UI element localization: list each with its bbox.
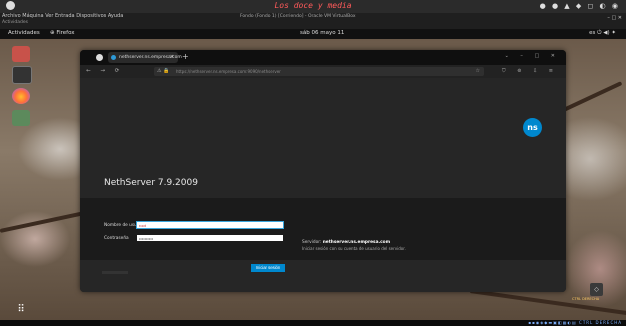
show-apps-icon[interactable]: ⠿: [14, 303, 28, 317]
system-tray[interactable]: ● ● ▲ ◆ ◻ ◐ ◉: [540, 2, 620, 10]
firefox-window: nethserver.ns.empresa.com × + ⌄ – □ ✕ ← …: [80, 50, 566, 292]
server-info: Servidor: nethserver.ns.empresa.com: [302, 240, 390, 245]
notification-icon[interactable]: ◇: [590, 283, 603, 296]
login-form: Nombre de usuario Contraseña Iniciar ses…: [80, 198, 566, 272]
server-prefix: Servidor:: [302, 240, 322, 245]
vm-window-title: Fondo (Fondo 1) [Corriendo] - Oracle VM …: [240, 14, 356, 19]
host-window-title: Los doce y media: [274, 1, 352, 10]
new-tab-button[interactable]: +: [182, 52, 189, 61]
vm-status-bar: ▪▪◉◈◆▬▣◧▦◐▤ CTRL DERECHA: [0, 320, 626, 326]
footer-divider: [102, 271, 128, 274]
favicon-icon: [111, 55, 116, 60]
product-title: NethServer 7.9.2009: [104, 178, 198, 188]
vm-menu-items[interactable]: Archivo Máquina Ver Entrada Dispositivos…: [2, 13, 123, 19]
files-icon[interactable]: [12, 46, 30, 62]
terminal-icon[interactable]: [12, 66, 32, 84]
firefox-icon[interactable]: [12, 88, 30, 104]
nav-bar: ← → ⟳ ⚠ 🔒 https://nethserver.ns.empresa.…: [80, 65, 566, 78]
nethserver-logo: ns: [523, 118, 542, 137]
username-input[interactable]: [137, 222, 283, 228]
tab-bar: nethserver.ns.empresa.com × + ⌄ – □ ✕: [80, 50, 566, 65]
nav-buttons[interactable]: ← → ⟳: [86, 68, 123, 74]
login-page: ns NethServer 7.9.2009 Nombre de usuario…: [80, 78, 566, 292]
toolbar-icons[interactable]: ⛉ ⊚ ⇩ ≡: [502, 68, 558, 74]
password-label: Contraseña: [104, 236, 129, 241]
gnome-top-bar: Actividades ⊕ Firefox sáb 06 mayo 11 es …: [0, 29, 626, 39]
server-note: Iniciar sesión con su cuenta de usuario …: [302, 246, 406, 251]
activities-button[interactable]: Actividades: [8, 30, 40, 36]
password-input[interactable]: [137, 235, 283, 241]
dock: ⠿: [8, 40, 36, 325]
host-top-bar: Los doce y media ● ● ▲ ◆ ◻ ◐ ◉: [0, 0, 626, 13]
system-menu[interactable]: es ⏻ ◀) ✦: [589, 30, 616, 37]
software-icon[interactable]: [12, 110, 30, 126]
vm-menu-bar: Archivo Máquina Ver Entrada Dispositivos…: [0, 13, 626, 29]
vm-window-controls[interactable]: – □ ✕: [607, 15, 622, 21]
server-name: nethserver.ns.empresa.com: [322, 240, 391, 245]
clock[interactable]: sáb 06 mayo 11: [300, 30, 344, 36]
security-icon[interactable]: ⚠ 🔒: [157, 68, 169, 74]
tab-nethserver[interactable]: nethserver.ns.empresa.com ×: [108, 52, 182, 63]
url-bar[interactable]: ⚠ 🔒 https://nethserver.ns.empresa.com:90…: [154, 67, 484, 76]
browser-window-controls[interactable]: ⌄ – □ ✕: [505, 53, 560, 59]
vm-menu-secondary: Actividades: [2, 20, 28, 25]
firefox-view-icon[interactable]: [96, 54, 103, 61]
app-menu-firefox[interactable]: ⊕ Firefox: [50, 30, 75, 36]
close-tab-icon[interactable]: ×: [170, 54, 174, 60]
url-text[interactable]: https://nethserver.ns.empresa.com:9090/n…: [176, 69, 281, 74]
vm-status-icons[interactable]: ▪▪◉◈◆▬▣◧▦◐▤ CTRL DERECHA: [528, 320, 622, 325]
login-button[interactable]: Iniciar sesión: [251, 264, 285, 272]
bookmark-star-icon[interactable]: ☆: [476, 68, 480, 74]
host-key-label: CTRL DERECHA: [572, 297, 600, 301]
